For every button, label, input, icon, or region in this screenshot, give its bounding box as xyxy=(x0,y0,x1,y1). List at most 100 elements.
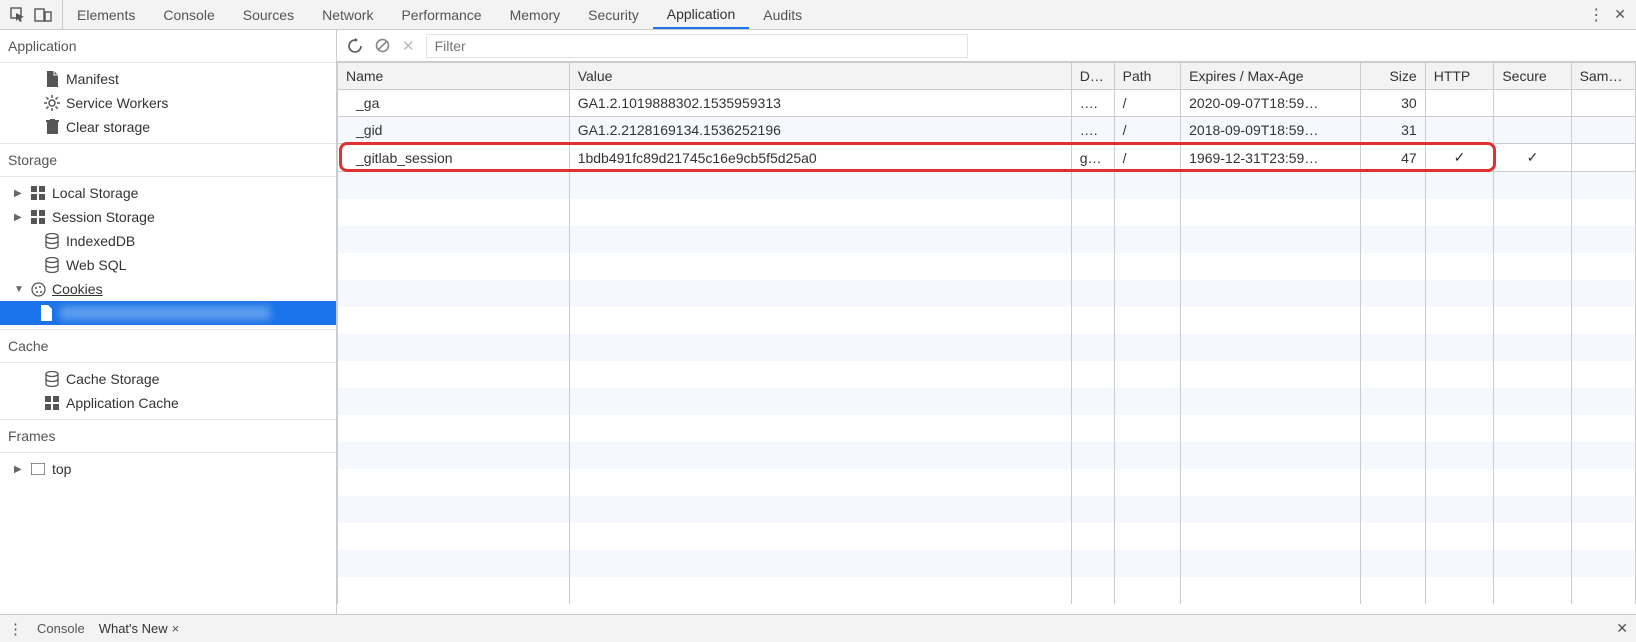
sidebar-item-label: Cookies xyxy=(52,281,103,297)
col-header[interactable]: HTTP xyxy=(1425,63,1494,90)
table-row-empty xyxy=(338,172,1636,199)
sidebar-item-label: Web SQL xyxy=(66,257,126,273)
block-icon[interactable] xyxy=(375,38,390,53)
sidebar-section-application: Application xyxy=(0,30,336,63)
cookies-toolbar: ✕ xyxy=(337,30,1636,62)
tab-audits[interactable]: Audits xyxy=(749,0,816,29)
table-cell: 30 xyxy=(1361,90,1425,117)
gear-icon xyxy=(44,95,60,111)
grid-icon xyxy=(30,186,46,200)
sidebar-item-local-storage[interactable]: ▶Local Storage xyxy=(0,181,336,205)
file-icon xyxy=(44,71,60,87)
sidebar-item-cookies[interactable]: ▼Cookies xyxy=(0,277,336,301)
sidebar-item-label: top xyxy=(52,461,71,477)
col-header[interactable]: Expires / Max-Age xyxy=(1181,63,1361,90)
sidebar-item-label: Session Storage xyxy=(52,209,155,225)
table-row-empty xyxy=(338,550,1636,577)
sidebar-item-top[interactable]: ▶ top xyxy=(0,457,336,481)
more-icon[interactable]: ⋮ xyxy=(1588,5,1604,25)
clear-icon[interactable]: ✕ xyxy=(402,37,415,55)
sidebar-item-session-storage[interactable]: ▶Session Storage xyxy=(0,205,336,229)
sidebar-item-clear-storage[interactable]: Clear storage xyxy=(0,115,336,139)
sidebar-item-web-sql[interactable]: Web SQL xyxy=(0,253,336,277)
table-cell: _gid xyxy=(338,117,570,144)
sidebar-item-cookie-origin[interactable] xyxy=(0,301,336,325)
close-devtools-icon[interactable]: ✕ xyxy=(1614,6,1626,23)
devtools-tabs: ElementsConsoleSourcesNetworkPerformance… xyxy=(63,0,1578,29)
frame-icon xyxy=(30,463,46,475)
table-cell xyxy=(1571,90,1635,117)
sidebar-item-manifest[interactable]: Manifest xyxy=(0,67,336,91)
sidebar-item-label: Service Workers xyxy=(66,95,168,111)
table-cell: 1bdb491fc89d21745c16e9cb5f5d25a0 xyxy=(569,144,1071,172)
table-row-empty xyxy=(338,496,1636,523)
table-row-empty xyxy=(338,334,1636,361)
table-cell: …. xyxy=(1071,90,1114,117)
col-header[interactable]: Same… xyxy=(1571,63,1635,90)
sidebar-section-frames: Frames xyxy=(0,419,336,453)
tab-console[interactable]: Console xyxy=(149,0,228,29)
table-cell: ✓ xyxy=(1494,144,1571,172)
col-header[interactable]: Size xyxy=(1361,63,1425,90)
drawer-tab-whatsnew[interactable]: What's New xyxy=(99,621,168,636)
tab-security[interactable]: Security xyxy=(574,0,653,29)
col-header[interactable]: Path xyxy=(1114,63,1181,90)
table-cell: _gitlab_session xyxy=(338,144,570,172)
tab-sources[interactable]: Sources xyxy=(229,0,308,29)
table-cell xyxy=(1425,117,1494,144)
trash-icon xyxy=(44,119,60,135)
sidebar-item-label: Cache Storage xyxy=(66,371,159,387)
col-header[interactable]: Secure xyxy=(1494,63,1571,90)
sidebar-item-indexeddb[interactable]: IndexedDB xyxy=(0,229,336,253)
tab-memory[interactable]: Memory xyxy=(496,0,575,29)
sidebar-item-label: Application Cache xyxy=(66,395,179,411)
sidebar-item-application-cache[interactable]: Application Cache xyxy=(0,391,336,415)
tab-performance[interactable]: Performance xyxy=(387,0,495,29)
col-header[interactable]: Value xyxy=(569,63,1071,90)
sidebar-item-label: Local Storage xyxy=(52,185,138,201)
cookies-panel: ✕ NameValueD…PathExpires / Max-AgeSizeHT… xyxy=(337,30,1636,614)
table-row-empty xyxy=(338,388,1636,415)
cookies-table-wrap: NameValueD…PathExpires / Max-AgeSizeHTTP… xyxy=(337,62,1636,614)
sidebar-item-cache-storage[interactable]: Cache Storage xyxy=(0,367,336,391)
application-sidebar: Application Manifest Service Workers Clear … xyxy=(0,30,337,614)
tab-elements[interactable]: Elements xyxy=(63,0,149,29)
device-toggle-icon[interactable] xyxy=(34,7,52,23)
table-cell xyxy=(1571,117,1635,144)
col-header[interactable]: Name xyxy=(338,63,570,90)
tab-application[interactable]: Application xyxy=(653,0,750,29)
table-row-empty xyxy=(338,361,1636,388)
grid-icon xyxy=(30,210,46,224)
db-icon xyxy=(44,371,60,387)
table-cell: 47 xyxy=(1361,144,1425,172)
table-cell: / xyxy=(1114,90,1181,117)
col-header[interactable]: D… xyxy=(1071,63,1114,90)
drawer-tab-console[interactable]: Console xyxy=(37,621,85,636)
refresh-icon[interactable] xyxy=(347,38,363,54)
table-cell xyxy=(1571,144,1635,172)
table-cell: / xyxy=(1114,144,1181,172)
tab-network[interactable]: Network xyxy=(308,0,387,29)
table-row[interactable]: _gidGA1.2.2128169134.1536252196…./2018-0… xyxy=(338,117,1636,144)
main-area: Application Manifest Service Workers Clear … xyxy=(0,30,1636,614)
sidebar-item-service-workers[interactable]: Service Workers xyxy=(0,91,336,115)
grid-icon xyxy=(44,396,60,410)
drawer-more-icon[interactable]: ⋮ xyxy=(8,620,23,638)
table-cell: / xyxy=(1114,117,1181,144)
table-row[interactable]: _gaGA1.2.1019888302.1535959313…./2020-09… xyxy=(338,90,1636,117)
filter-input[interactable] xyxy=(427,35,967,57)
table-cell: 2020-09-07T18:59… xyxy=(1181,90,1361,117)
table-row-empty xyxy=(338,226,1636,253)
sidebar-section-cache: Cache xyxy=(0,329,336,363)
table-cell: …. xyxy=(1071,117,1114,144)
cookies-table: NameValueD…PathExpires / Max-AgeSizeHTTP… xyxy=(337,62,1636,604)
table-row-empty xyxy=(338,415,1636,442)
table-row[interactable]: _gitlab_session1bdb491fc89d21745c16e9cb5… xyxy=(338,144,1636,172)
drawer-tab-close-icon[interactable]: × xyxy=(172,621,180,636)
table-row-empty xyxy=(338,199,1636,226)
chevron-icon: ▶ xyxy=(14,464,24,475)
table-row-empty xyxy=(338,469,1636,496)
table-cell xyxy=(1494,90,1571,117)
drawer-close-icon[interactable]: ✕ xyxy=(1616,620,1628,637)
inspect-icon[interactable] xyxy=(10,7,26,23)
